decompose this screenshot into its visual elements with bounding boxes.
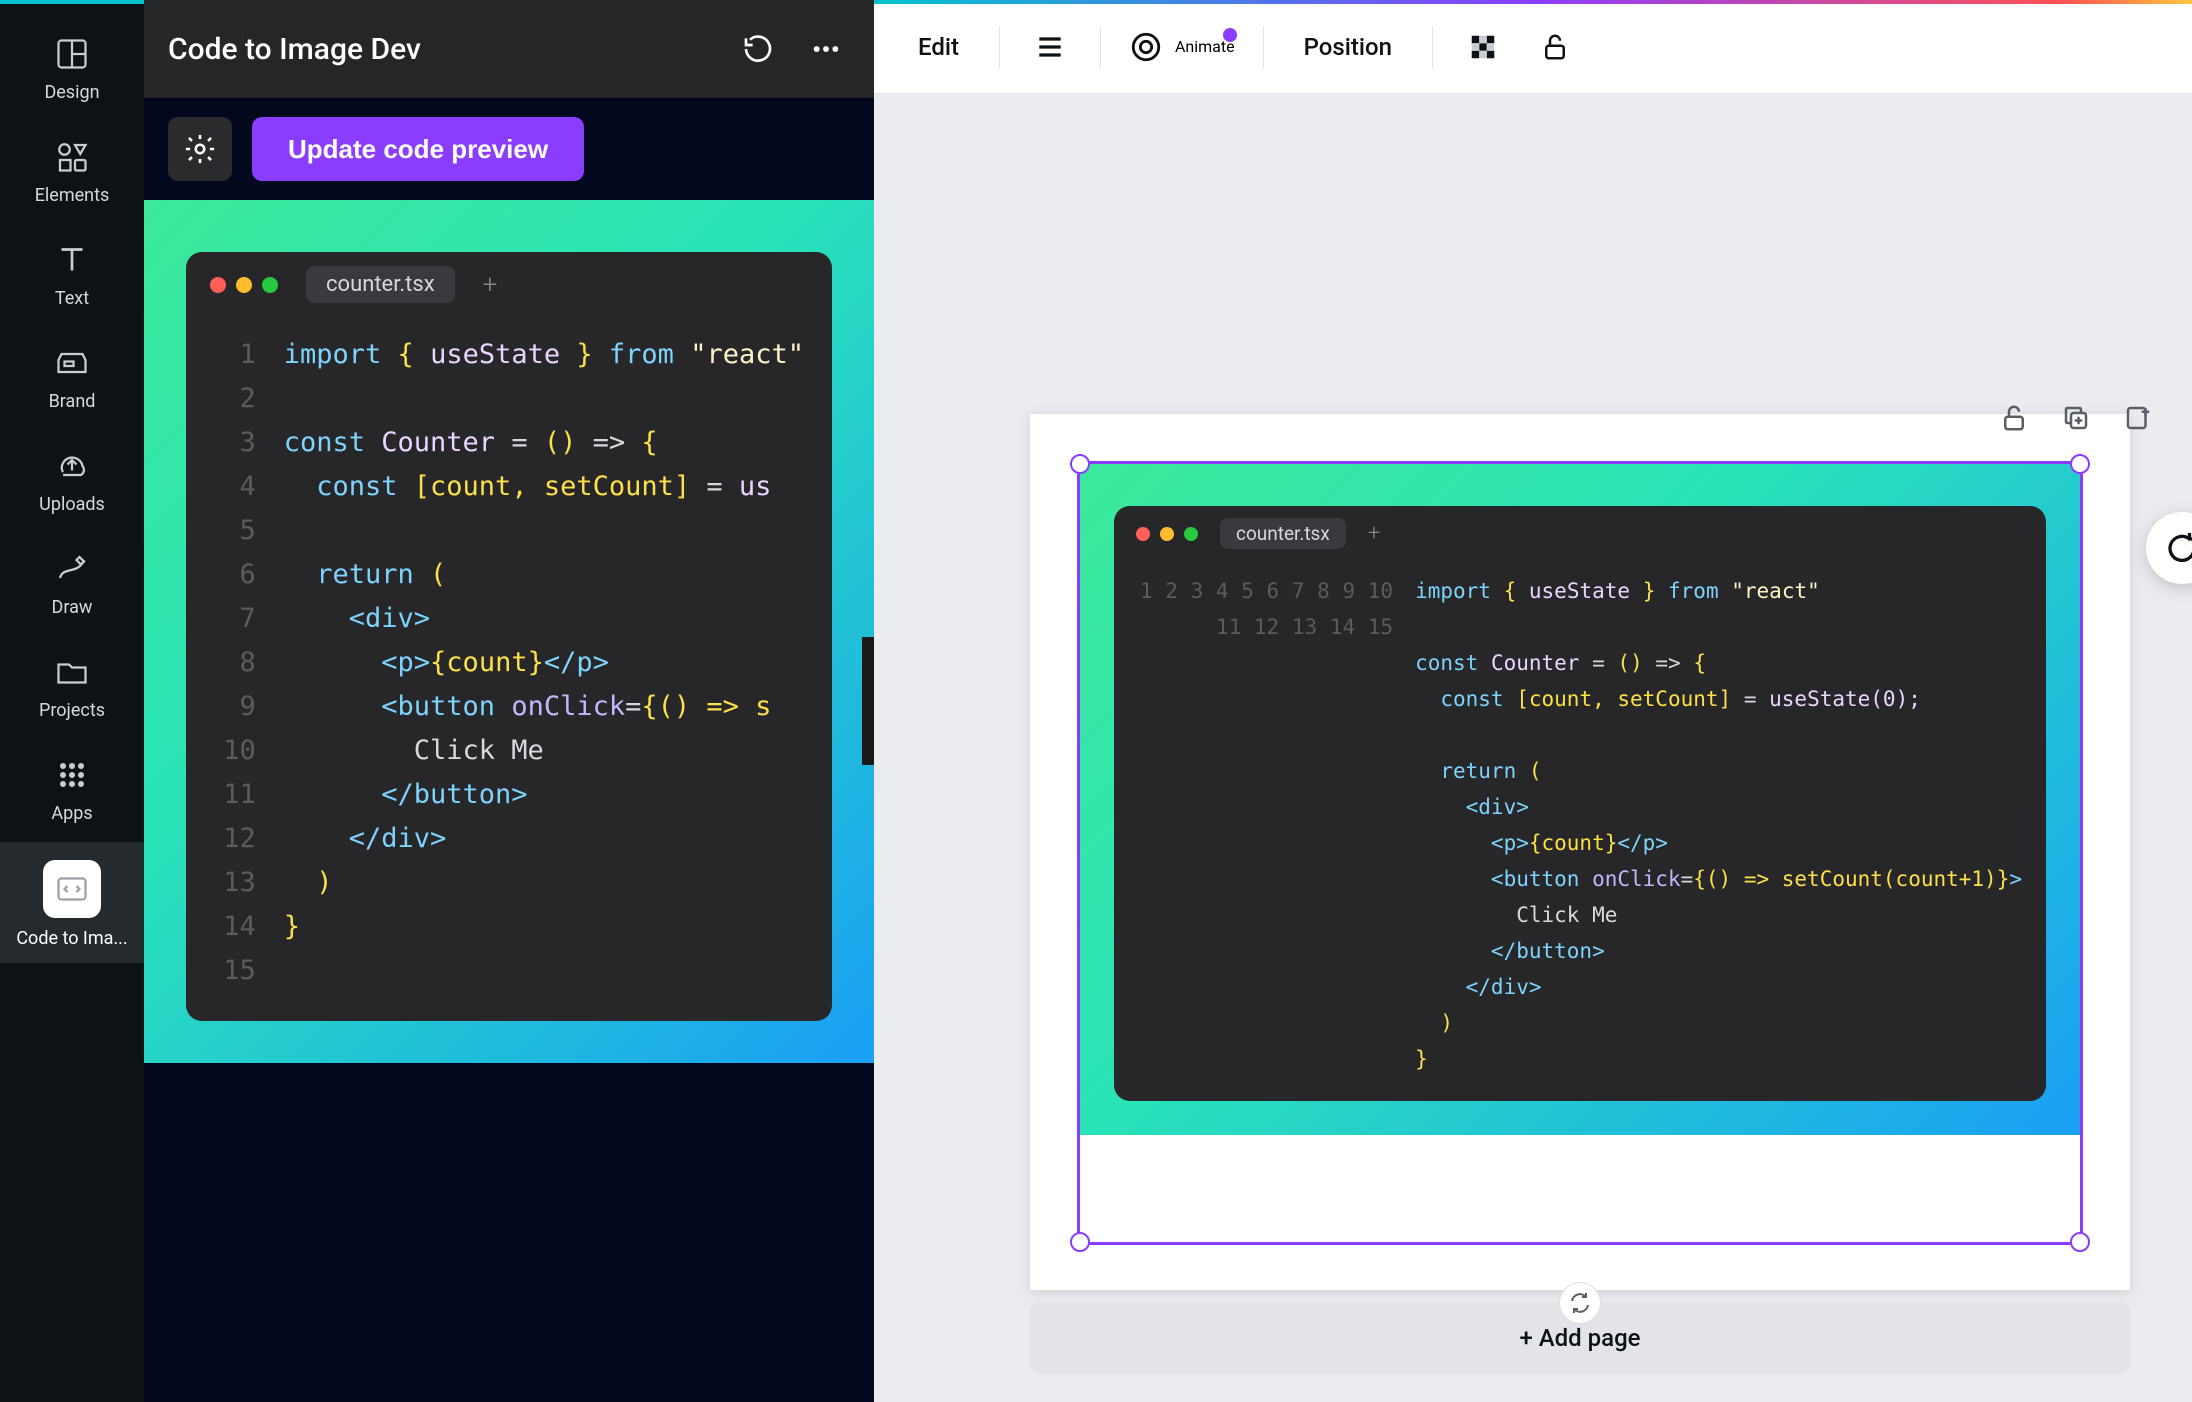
traffic-light-yellow-icon	[236, 277, 252, 293]
add-tab-button[interactable]: +	[483, 270, 498, 300]
rail-label: Apps	[51, 803, 92, 824]
resize-handle-tl[interactable]	[1070, 454, 1090, 474]
resize-handle-br[interactable]	[2070, 1232, 2090, 1252]
rail-label: Text	[55, 288, 89, 309]
duplicate-page-icon[interactable]	[2054, 396, 2098, 440]
add-page-button[interactable]: + Add page	[1030, 1302, 2130, 1374]
notification-dot-icon	[1223, 28, 1237, 42]
settings-button[interactable]	[168, 117, 232, 181]
refresh-button[interactable]	[734, 25, 782, 73]
resize-handle-tr[interactable]	[2070, 454, 2090, 474]
animate-button[interactable]: Animate	[1129, 30, 1235, 64]
add-page-label: + Add page	[1519, 1324, 1640, 1352]
traffic-light-green-icon	[1184, 527, 1198, 541]
code-tab[interactable]: counter.tsx	[306, 266, 455, 303]
divider	[1100, 26, 1101, 68]
code-card-frame: counter.tsx + 1 2 3 4 5 6 7 8 9 10 11 12…	[1080, 464, 2080, 1135]
rail-label: Brand	[49, 391, 96, 412]
rail-item-uploads[interactable]: Uploads	[0, 430, 144, 529]
code-tab: counter.tsx	[1220, 518, 1346, 549]
traffic-light-yellow-icon	[1160, 527, 1174, 541]
selected-element[interactable]: counter.tsx + 1 2 3 4 5 6 7 8 9 10 11 12…	[1080, 464, 2080, 1242]
apps-icon	[54, 757, 90, 793]
lock-page-icon[interactable]	[1992, 396, 2036, 440]
text-icon	[54, 242, 90, 278]
traffic-light-red-icon	[1136, 527, 1150, 541]
code-lines[interactable]: import { useState } from "react" const C…	[284, 333, 804, 993]
add-page-icon[interactable]	[2116, 396, 2160, 440]
rail-label: Elements	[35, 185, 110, 206]
rail-item-apps[interactable]: Apps	[0, 739, 144, 838]
panel-header: Code to Image Dev	[144, 0, 874, 98]
rail-item-text[interactable]: Text	[0, 224, 144, 323]
code-tabs: counter.tsx +	[1114, 506, 2046, 561]
code-body: 1 2 3 4 5 6 7 8 9 10 11 12 13 14 15 impo…	[186, 317, 832, 1021]
divider	[999, 26, 1000, 68]
regenerate-fab[interactable]	[2146, 512, 2192, 584]
traffic-lights	[210, 277, 278, 293]
update-code-preview-button[interactable]: Update code preview	[252, 117, 584, 181]
code-tabs: counter.tsx +	[186, 252, 832, 317]
divider	[1432, 26, 1433, 68]
resize-handle-bl[interactable]	[1070, 1232, 1090, 1252]
rail-item-code-to-image[interactable]: Code to Ima...	[0, 842, 144, 963]
traffic-light-green-icon	[262, 277, 278, 293]
position-button[interactable]: Position	[1292, 25, 1404, 69]
rail-label: Design	[44, 82, 99, 103]
design-icon	[54, 36, 90, 72]
panel-toolbar: Update code preview	[144, 98, 874, 200]
uploads-icon	[54, 448, 90, 484]
line-gutter: 1 2 3 4 5 6 7 8 9 10 11 12 13 14 15	[1138, 573, 1415, 1077]
canvas-toolbar: Edit Animate Position	[874, 0, 2192, 94]
code-lines: import { useState } from "react" const C…	[1415, 573, 2022, 1077]
side-panel: Code to Image Dev Update code preview co…	[144, 0, 874, 1402]
rail-item-draw[interactable]: Draw	[0, 533, 144, 632]
draw-icon	[54, 551, 90, 587]
line-gutter: 1 2 3 4 5 6 7 8 9 10 11 12 13 14 15	[214, 333, 284, 993]
lock-icon[interactable]	[1533, 25, 1577, 69]
canvas-viewport[interactable]: counter.tsx + 1 2 3 4 5 6 7 8 9 10 11 12…	[874, 94, 2192, 1402]
rail-item-projects[interactable]: Projects	[0, 636, 144, 735]
more-button[interactable]	[802, 25, 850, 73]
panel-body: counter.tsx + 1 2 3 4 5 6 7 8 9 10 11 12…	[144, 200, 874, 1402]
traffic-lights	[1136, 527, 1198, 541]
sync-badge-icon	[1559, 1282, 1601, 1324]
rail-label: Code to Ima...	[16, 928, 127, 949]
add-tab-button: +	[1368, 521, 1380, 546]
rail-label: Draw	[52, 597, 93, 618]
transparency-icon[interactable]	[1461, 25, 1505, 69]
elements-icon	[54, 139, 90, 175]
code-to-image-app-icon	[43, 860, 101, 918]
brand-icon	[54, 345, 90, 381]
code-card: counter.tsx + 1 2 3 4 5 6 7 8 9 10 11 12…	[1114, 506, 2046, 1101]
floating-tools	[1992, 396, 2160, 440]
traffic-light-red-icon	[210, 277, 226, 293]
canvas-area: Edit Animate Position	[874, 0, 2192, 1402]
code-card: counter.tsx + 1 2 3 4 5 6 7 8 9 10 11 12…	[186, 252, 832, 1021]
edit-button[interactable]: Edit	[906, 25, 971, 69]
projects-icon	[54, 654, 90, 690]
panel-title: Code to Image Dev	[168, 32, 714, 67]
rail-item-design[interactable]: Design	[0, 18, 144, 117]
selection-box[interactable]: counter.tsx + 1 2 3 4 5 6 7 8 9 10 11 12…	[1080, 464, 2080, 1242]
list-icon[interactable]	[1028, 25, 1072, 69]
rail-label: Uploads	[39, 494, 105, 515]
code-card-frame: counter.tsx + 1 2 3 4 5 6 7 8 9 10 11 12…	[144, 200, 874, 1063]
rail-label: Projects	[39, 700, 105, 721]
divider	[1263, 26, 1264, 68]
code-body: 1 2 3 4 5 6 7 8 9 10 11 12 13 14 15 impo…	[1114, 561, 2046, 1101]
rail-item-brand[interactable]: Brand	[0, 327, 144, 426]
left-rail: Design Elements Text Brand Uploads Draw	[0, 0, 144, 1402]
rail-item-elements[interactable]: Elements	[0, 121, 144, 220]
